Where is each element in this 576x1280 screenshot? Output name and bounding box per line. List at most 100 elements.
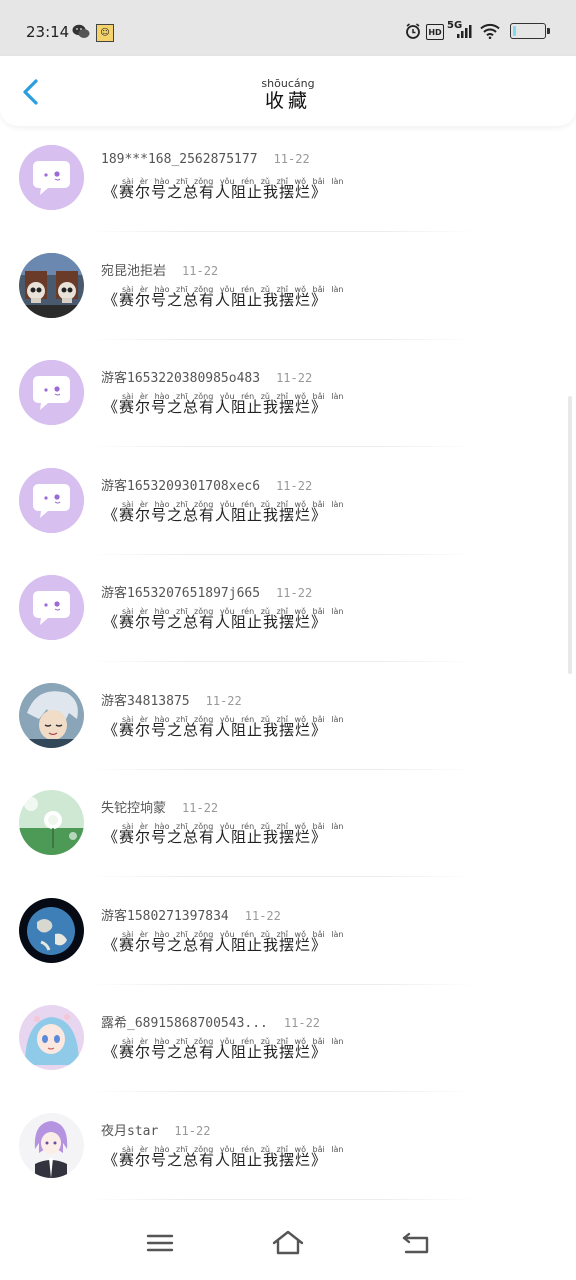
username[interactable]: 露希_68915868700543...: [101, 1016, 268, 1031]
divider: [90, 231, 476, 232]
favorite-item[interactable]: 游客1653220380985o483 11-22 sài èr hào zhī z…: [0, 341, 576, 449]
favorite-item[interactable]: 游客1653209301708xec6 11-22 sài èr hào zhī z…: [0, 449, 576, 557]
work-title-link[interactable]: sài èr hào zhī zǒng yǒu rén zǔ zhǐ wǒ bǎ…: [103, 1037, 343, 1062]
divider: [90, 661, 476, 662]
favorite-item[interactable]: 游客1580271397834 11-22 sài èr hào zhī zǒng …: [0, 879, 576, 987]
app-notification-icon: ☺: [96, 24, 114, 42]
favorite-item[interactable]: 宛昆池拒岩 11-22 sài èr hào zhī zǒng yǒu rén zǔ…: [0, 234, 576, 342]
work-title-pinyin: sài èr hào zhī zǒng yǒu rén zǔ zhǐ wǒ bǎ…: [122, 607, 344, 616]
default-avatar-icon: [19, 145, 84, 210]
avatar[interactable]: [19, 897, 84, 963]
work-title-link[interactable]: sài èr hào zhī zǒng yǒu rén zǔ zhǐ wǒ bǎ…: [103, 822, 343, 847]
username[interactable]: 游客1653207651897j665: [101, 586, 260, 601]
work-title-pinyin: sài èr hào zhī zǒng yǒu rén zǔ zhǐ wǒ bǎ…: [122, 499, 344, 509]
default-avatar-icon: [19, 575, 84, 640]
user-info: 189***168_2562875177 11-22: [101, 152, 310, 174]
username[interactable]: 游客1580271397834: [101, 909, 229, 924]
favorite-date: 11-22: [174, 1123, 211, 1138]
favorite-date: 11-22: [276, 371, 313, 385]
username[interactable]: 游客1653220380985o483: [101, 371, 260, 386]
avatar[interactable]: [19, 790, 84, 855]
dandelion-avatar-image: [19, 790, 84, 855]
username[interactable]: 游客34813875: [101, 694, 190, 709]
skulls-avatar-image: [19, 252, 84, 318]
back-nav-icon: [402, 1232, 429, 1254]
favorite-date: 11-22: [182, 263, 219, 278]
username[interactable]: 游客1653209301708xec6: [101, 479, 260, 494]
avatar[interactable]: [19, 575, 84, 640]
page-title: shōucáng 收藏: [0, 77, 576, 113]
work-title-pinyin: sài èr hào zhī zǒng yǒu rén zǔ zhǐ wǒ bǎ…: [122, 1144, 344, 1154]
avatar[interactable]: [19, 360, 84, 425]
favorite-date: 11-22: [276, 478, 313, 493]
user-info: 夜月star 11-22: [101, 1120, 210, 1142]
home-button[interactable]: [272, 1228, 304, 1258]
work-title-link[interactable]: sài èr hào zhī zǒng yǒu rén zǔ zhǐ wǒ bǎ…: [103, 607, 343, 632]
earth-avatar-image: [19, 897, 84, 963]
avatar[interactable]: [19, 1005, 84, 1070]
username[interactable]: 失铊控垧蒙: [101, 801, 166, 816]
hd-icon: HD: [426, 24, 444, 40]
favorite-item[interactable]: 189***168_2562875177 11-22 sài èr hào zhī …: [0, 126, 576, 234]
user-info: 失铊控垧蒙 11-22: [101, 797, 218, 819]
wechat-icon: [72, 22, 90, 40]
work-title-pinyin: sài èr hào zhī zǒng yǒu rén zǔ zhǐ wǒ bǎ…: [122, 929, 344, 939]
username[interactable]: 189***168_2562875177: [101, 152, 258, 167]
avatar[interactable]: [19, 467, 84, 533]
work-title-link[interactable]: sài èr hào zhī zǒng yǒu rén zǔ zhǐ wǒ bǎ…: [103, 930, 343, 955]
avatar[interactable]: [19, 145, 84, 210]
favorite-item[interactable]: 露希_68915868700543... 11-22 sài èr hào zhī …: [0, 986, 576, 1094]
back-nav-button[interactable]: [400, 1228, 430, 1258]
favorite-date: 11-22: [276, 586, 313, 600]
work-title-link[interactable]: sài èr hào zhī zǒng yǒu rén zǔ zhǐ wǒ bǎ…: [103, 715, 343, 740]
system-nav-bar: [0, 1200, 576, 1280]
menu-icon: [146, 1234, 174, 1252]
username[interactable]: 夜月star: [101, 1124, 158, 1139]
work-title-link[interactable]: sài èr hào zhī zǒng yǒu rén zǔ zhǐ wǒ bǎ…: [103, 177, 343, 202]
work-title-link[interactable]: sài èr hào zhī zǒng yǒu rén zǔ zhǐ wǒ bǎ…: [103, 285, 343, 310]
home-icon: [272, 1230, 304, 1255]
scrollbar[interactable]: [568, 396, 572, 674]
avatar[interactable]: [19, 1112, 84, 1178]
user-info: 宛昆池拒岩 11-22: [101, 260, 218, 282]
anime-girl-avatar-image: [19, 1005, 84, 1070]
menu-button[interactable]: [145, 1228, 175, 1258]
divider: [90, 1091, 476, 1092]
divider: [90, 553, 476, 555]
anime-boy-avatar-image: [19, 682, 84, 748]
divider: [90, 446, 476, 447]
divider: [90, 768, 476, 770]
avatar[interactable]: [19, 252, 84, 318]
anime-purple-avatar-image: [19, 1112, 84, 1178]
user-info: 游客1653220380985o483 11-22: [101, 367, 312, 389]
favorite-date: 11-22: [182, 801, 219, 815]
username[interactable]: 宛昆池拒岩: [101, 264, 166, 279]
signal-icon: 5G: [447, 20, 473, 40]
work-title-link[interactable]: sài èr hào zhī zǒng yǒu rén zǔ zhǐ wǒ bǎ…: [103, 500, 343, 525]
favorite-item[interactable]: 失铊控垧蒙 11-22 sài èr hào zhī zǒng yǒu rén zǔ…: [0, 771, 576, 879]
user-info: 游客34813875 11-22: [101, 690, 242, 712]
page-title-text: 收藏: [264, 90, 311, 112]
divider: [90, 876, 476, 877]
wifi-icon: [480, 22, 500, 40]
favorite-item[interactable]: 游客1653207651897j665 11-22 sài èr hào zhī z…: [0, 556, 576, 664]
work-title-pinyin: sài èr hào zhī zǒng yǒu rén zǔ zhǐ wǒ bǎ…: [122, 392, 344, 401]
status-bar: 23:14 ☺ HD 5G: [0, 0, 576, 56]
work-title-pinyin: sài èr hào zhī zǒng yǒu rén zǔ zhǐ wǒ bǎ…: [122, 714, 344, 724]
app-header: shōucáng 收藏: [0, 56, 576, 126]
avatar[interactable]: [19, 682, 84, 748]
divider: [90, 983, 476, 985]
work-title-link[interactable]: sài èr hào zhī zǒng yǒu rén zǔ zhǐ wǒ bǎ…: [103, 392, 343, 417]
battery-icon: [510, 23, 550, 39]
favorite-date: 11-22: [205, 693, 242, 708]
work-title-link[interactable]: sài èr hào zhī zǒng yǒu rén zǔ zhǐ wǒ bǎ…: [103, 1145, 343, 1170]
status-time: 23:14: [26, 23, 70, 41]
user-info: 游客1653207651897j665 11-22: [101, 582, 312, 604]
default-avatar-icon: [19, 360, 84, 425]
favorite-item[interactable]: 游客34813875 11-22 sài èr hào zhī zǒng yǒu r…: [0, 664, 576, 772]
page-title-pinyin: shōucáng: [261, 77, 315, 90]
user-info: 露希_68915868700543... 11-22: [101, 1012, 320, 1034]
favorite-item[interactable]: 夜月star 11-22 sài èr hào zhī zǒng yǒu rén z…: [0, 1094, 576, 1202]
battery-level: [513, 26, 516, 36]
favorite-date: 11-22: [283, 1016, 321, 1030]
